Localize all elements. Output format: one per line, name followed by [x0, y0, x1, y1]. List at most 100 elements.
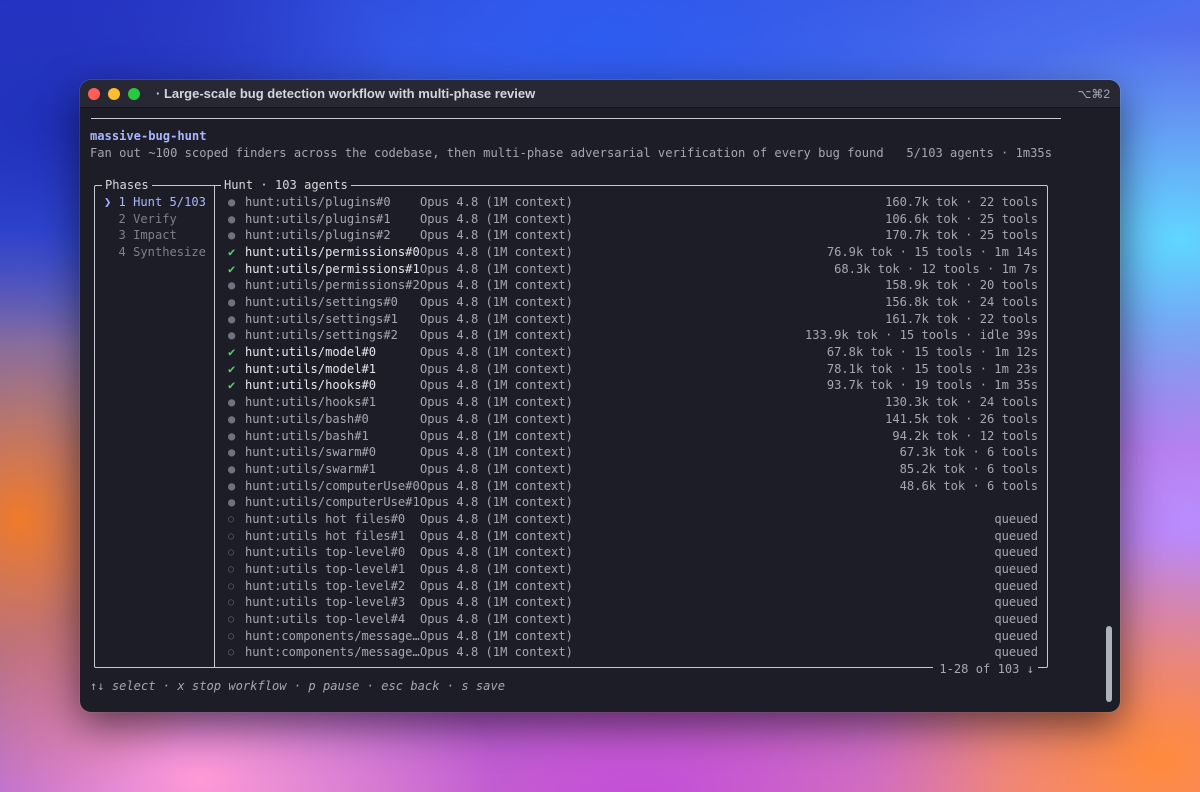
- agent-name: hunt:utils/settings#1: [245, 311, 398, 326]
- status-icon: ○: [228, 597, 235, 609]
- agent-stats: 156.8k tok · 24 tools: [885, 295, 1038, 310]
- agent-model: Opus 4.8 (1M context): [420, 478, 573, 493]
- agent-model: Opus 4.8 (1M context): [420, 595, 573, 610]
- title-bar: · Large-scale bug detection workflow wit…: [80, 80, 1120, 108]
- phase-item[interactable]: 4 Synthesize: [104, 244, 206, 261]
- phase-item[interactable]: 3 Impact: [104, 227, 177, 244]
- agent-name: hunt:utils/computerUse#1: [245, 495, 420, 510]
- agent-stats: 133.9k tok · 15 tools · idle 39s: [805, 328, 1038, 343]
- agent-name: hunt:utils top-level#0: [245, 545, 406, 560]
- pagination-indicator[interactable]: 1-28 of 103 ↓: [933, 661, 1038, 678]
- agent-stats: queued: [994, 645, 1038, 660]
- phases-panel-title: Phases: [102, 177, 152, 194]
- agent-stats: 68.3k tok · 12 tools · 1m 7s: [834, 261, 1038, 276]
- agent-name: hunt:utils top-level#1: [245, 561, 406, 576]
- agent-name: hunt:utils top-level#2: [245, 578, 406, 593]
- status-icon: ●: [228, 228, 236, 243]
- status-icon: ●: [228, 395, 236, 410]
- phase-item[interactable]: 2 Verify: [104, 211, 177, 228]
- status-icon: ○: [228, 513, 235, 525]
- close-button[interactable]: [88, 88, 100, 100]
- zoom-button[interactable]: [128, 88, 140, 100]
- agent-stats: 130.3k tok · 24 tools: [885, 395, 1038, 410]
- workflow-description: Fan out ~100 scoped finders across the c…: [90, 146, 884, 160]
- status-icon: ●: [228, 328, 236, 343]
- agent-model: Opus 4.8 (1M context): [420, 461, 573, 476]
- agent-model: Opus 4.8 (1M context): [420, 495, 573, 510]
- status-icon: ✔: [228, 245, 236, 260]
- agent-name: hunt:utils/permissions#1: [245, 261, 420, 276]
- status-icon: ○: [228, 530, 235, 542]
- status-icon: ●: [228, 211, 236, 226]
- agent-stats: queued: [994, 511, 1038, 526]
- agent-name: hunt:utils/bash#0: [245, 411, 369, 426]
- status-icon: ○: [228, 563, 235, 575]
- agent-model: Opus 4.8 (1M context): [420, 345, 573, 360]
- agent-stats: 158.9k tok · 20 tools: [885, 278, 1038, 293]
- agent-model: Opus 4.8 (1M context): [420, 228, 573, 243]
- window-shortcut: ⌥⌘2: [1077, 87, 1110, 101]
- agent-name: hunt:utils/computerUse#0: [245, 478, 420, 493]
- status-icon: ○: [228, 614, 235, 625]
- workflow-name: massive-bug-hunt: [90, 129, 207, 143]
- agent-stats: queued: [994, 578, 1038, 593]
- terminal-window: · Large-scale bug detection workflow wit…: [80, 80, 1120, 712]
- agent-model: Opus 4.8 (1M context): [420, 361, 573, 376]
- agent-stats: 170.7k tok · 25 tools: [885, 228, 1038, 243]
- agent-stats: queued: [994, 561, 1038, 576]
- agent-stats: 141.5k tok · 26 tools: [885, 411, 1038, 426]
- status-icon: ●: [228, 461, 236, 476]
- agent-name: hunt:utils top-level#4: [245, 612, 406, 626]
- status-icon: ●: [228, 195, 236, 209]
- status-icon: ●: [228, 278, 236, 293]
- agent-name: hunt:utils/permissions#2: [245, 278, 420, 293]
- agent-name: hunt:utils hot files#0: [245, 511, 406, 526]
- status-icon: ●: [228, 445, 236, 460]
- agent-stats: 85.2k tok · 6 tools: [899, 461, 1038, 476]
- agent-name: hunt:utils/permissions#0: [245, 245, 420, 260]
- agent-model: Opus 4.8 (1M context): [420, 612, 573, 626]
- agent-model: Opus 4.8 (1M context): [420, 645, 573, 660]
- agent-stats: queued: [994, 595, 1038, 610]
- agent-name: hunt:utils/swarm#0: [245, 445, 377, 460]
- status-icon: ●: [228, 495, 236, 510]
- agent-model: Opus 4.8 (1M context): [420, 261, 573, 276]
- minimize-button[interactable]: [108, 88, 120, 100]
- status-icon: ✔: [228, 361, 236, 376]
- agent-stats: queued: [994, 545, 1038, 560]
- status-icon: ●: [228, 295, 236, 310]
- agent-name: hunt:utils/plugins#2: [245, 228, 391, 243]
- agent-stats: 67.8k tok · 15 tools · 1m 12s: [826, 345, 1038, 360]
- agent-model: Opus 4.8 (1M context): [420, 511, 573, 526]
- agent-name: hunt:utils/hooks#1: [245, 395, 377, 410]
- keybinding-footer: ↑↓ select · x stop workflow · p pause · …: [90, 679, 506, 693]
- status-icon: ●: [228, 428, 236, 443]
- phase-item[interactable]: ❯ 1 Hunt 5/103: [104, 194, 206, 211]
- agent-stats: 48.6k tok · 6 tools: [899, 478, 1038, 493]
- status-icon: ●: [228, 478, 236, 493]
- agent-name: hunt:utils/plugins#0: [245, 195, 391, 209]
- agent-model: Opus 4.8 (1M context): [420, 195, 573, 209]
- agent-model: Opus 4.8 (1M context): [420, 528, 573, 543]
- scrollbar-thumb[interactable]: [1106, 626, 1112, 702]
- agent-stats: 76.9k tok · 15 tools · 1m 14s: [826, 245, 1038, 260]
- agent-model: Opus 4.8 (1M context): [420, 395, 573, 410]
- status-icon: ○: [228, 580, 235, 592]
- agent-name: hunt:utils hot files#1: [245, 528, 406, 543]
- agent-name: hunt:utils/swarm#1: [245, 461, 377, 476]
- agent-stats: 161.7k tok · 22 tools: [885, 311, 1038, 326]
- status-icon: ○: [228, 647, 235, 659]
- status-icon: ✔: [228, 261, 236, 276]
- status-icon: ○: [228, 630, 235, 642]
- agent-model: Opus 4.8 (1M context): [420, 278, 573, 293]
- status-icon: ●: [228, 411, 236, 426]
- agent-name: hunt:components/message…: [245, 645, 420, 660]
- agent-name: hunt:utils/plugins#1: [245, 211, 391, 226]
- agent-model: Opus 4.8 (1M context): [420, 295, 573, 310]
- agent-stats: 160.7k tok · 22 tools: [885, 195, 1038, 209]
- agent-stats: 93.7k tok · 19 tools · 1m 35s: [826, 378, 1038, 393]
- agent-stats: queued: [994, 528, 1038, 543]
- agent-name: hunt:components/message…: [245, 628, 420, 643]
- agent-name: hunt:utils/model#1: [245, 361, 377, 376]
- agent-model: Opus 4.8 (1M context): [420, 628, 573, 643]
